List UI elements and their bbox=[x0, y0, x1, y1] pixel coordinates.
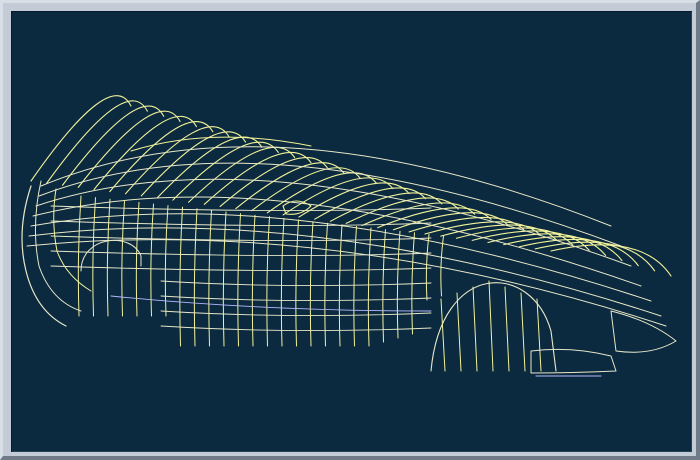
roof-section-line bbox=[30, 95, 132, 182]
front-wheel-arch bbox=[80, 240, 142, 272]
front-nose-outline-2 bbox=[34, 180, 82, 312]
side-horizontal-line bbox=[50, 265, 432, 272]
body-long-line bbox=[28, 227, 662, 317]
front-grille-line bbox=[53, 188, 92, 292]
body-long-line bbox=[30, 213, 652, 302]
arch-line bbox=[520, 292, 526, 372]
door-vertical-line bbox=[237, 213, 241, 347]
bumper-detail bbox=[530, 348, 617, 374]
roof-section-line bbox=[345, 197, 459, 224]
door-vertical-line bbox=[367, 227, 372, 347]
door-vertical-line bbox=[295, 219, 299, 347]
door-vertical-line bbox=[353, 225, 357, 347]
door-vertical-line bbox=[425, 233, 430, 301]
arch-line bbox=[488, 280, 494, 372]
door-vertical-line bbox=[208, 209, 212, 347]
rear-wheel-arch bbox=[430, 282, 557, 372]
arch-line bbox=[504, 286, 510, 372]
arch-line bbox=[536, 298, 542, 372]
door-vertical-line bbox=[121, 200, 125, 317]
roof-section-line bbox=[534, 241, 656, 272]
door-vertical-line bbox=[440, 235, 444, 297]
arch-line bbox=[456, 292, 462, 372]
door-vertical-line bbox=[193, 208, 198, 347]
tail-detail bbox=[610, 310, 677, 353]
door-vertical-line bbox=[251, 214, 256, 347]
door-vertical-line bbox=[266, 216, 270, 347]
door-vertical-line bbox=[324, 222, 328, 347]
door-vertical-line bbox=[77, 195, 82, 317]
door-vertical-line bbox=[92, 197, 96, 317]
roof-section-line bbox=[329, 192, 443, 222]
door-vertical-line bbox=[280, 217, 285, 347]
arch-line bbox=[472, 286, 478, 372]
door-vertical-line bbox=[150, 203, 154, 317]
roof-section-line bbox=[188, 146, 296, 203]
door-vertical-line bbox=[164, 205, 169, 317]
arch-line bbox=[440, 298, 446, 372]
viewer-window-frame bbox=[0, 0, 700, 460]
wireframe-viewport[interactable] bbox=[11, 11, 692, 452]
roof-section-line bbox=[203, 151, 312, 205]
side-horizontal-line bbox=[50, 205, 432, 212]
door-vertical-line bbox=[222, 211, 227, 347]
car-wireframe-canvas[interactable] bbox=[11, 11, 692, 452]
side-horizontal-line bbox=[50, 220, 432, 227]
